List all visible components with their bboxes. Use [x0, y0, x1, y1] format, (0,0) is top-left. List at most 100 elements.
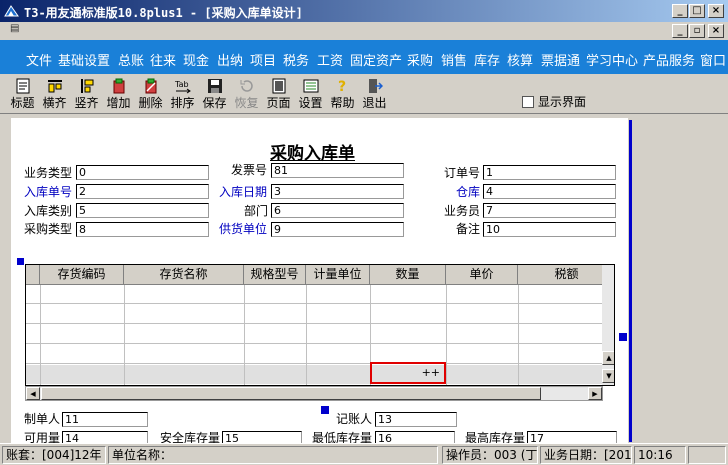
field-receipt-category[interactable]: 5 [76, 203, 209, 218]
title-button[interactable]: 标题 [10, 78, 35, 112]
field-available-qty[interactable]: 14 [62, 431, 148, 443]
menu-bills[interactable]: 票据通 [541, 50, 580, 69]
menu-sales[interactable]: 销售 [441, 50, 467, 69]
field-label-invoice-no[interactable]: 发票号 [231, 161, 267, 178]
menu-window[interactable]: 窗口 [700, 50, 726, 69]
menu-accounts[interactable]: 往来 [150, 50, 176, 69]
child-minimize-button[interactable]: _ [672, 24, 688, 38]
menu-tax[interactable]: 税务 [283, 50, 309, 69]
grid-col-item-name[interactable]: 存货名称 [124, 265, 244, 285]
menu-cash[interactable]: 现金 [183, 50, 209, 69]
menu-project[interactable]: 项目 [250, 50, 276, 69]
field-bookkeeper[interactable]: 13 [375, 412, 457, 427]
scroll-left-icon[interactable]: ◀ [26, 387, 40, 400]
table-row-selected[interactable] [26, 365, 602, 384]
scroll-right-icon[interactable]: ▶ [588, 387, 602, 400]
align-horizontal-button[interactable]: 横齐 [42, 78, 67, 112]
help-button[interactable]: ? 帮助 [330, 78, 355, 112]
field-label-safety-stock[interactable]: 安全库存量 [160, 430, 220, 443]
minimize-button[interactable]: _ [672, 4, 688, 18]
table-row[interactable] [26, 345, 602, 364]
maximize-button[interactable]: □ [689, 4, 705, 18]
field-max-stock[interactable]: 17 [527, 431, 617, 443]
menu-product-service[interactable]: 产品服务 [643, 50, 695, 69]
field-creator[interactable]: 11 [62, 412, 148, 427]
field-label-receipt-no[interactable]: 入库单号 [24, 183, 72, 200]
field-label-bookkeeper[interactable]: 记账人 [336, 410, 372, 427]
form-title[interactable]: 采购入库单 [270, 139, 355, 164]
field-salesperson[interactable]: 7 [483, 203, 616, 218]
grid-col-unit[interactable]: 计量单位 [306, 265, 370, 285]
field-department[interactable]: 6 [271, 203, 404, 218]
field-purchase-type[interactable]: 8 [76, 222, 209, 237]
field-label-warehouse[interactable]: 仓库 [456, 183, 480, 200]
grid-col-unit-price[interactable]: 单价 [446, 265, 518, 285]
field-label-min-stock[interactable]: 最低库存量 [312, 430, 372, 443]
grid-col-item-code[interactable]: 存货编码 [40, 265, 124, 285]
field-label-salesperson[interactable]: 业务员 [444, 202, 480, 219]
exit-button[interactable]: 退出 [362, 78, 387, 112]
field-label-business-type[interactable]: 业务类型 [24, 164, 72, 181]
menu-inventory[interactable]: 库存 [474, 50, 500, 69]
table-row[interactable] [26, 325, 602, 344]
field-label-receipt-date[interactable]: 入库日期 [219, 183, 267, 200]
page-button[interactable]: 页面 [266, 78, 291, 112]
grid-resize-handle[interactable] [17, 258, 24, 265]
field-min-stock[interactable]: 16 [375, 431, 455, 443]
field-remarks[interactable]: 10 [483, 222, 616, 237]
menu-fixed-assets[interactable]: 固定资产 [350, 50, 402, 69]
page-boundary-line[interactable] [629, 120, 632, 442]
scroll-thumb[interactable] [41, 387, 541, 400]
field-warehouse[interactable]: 4 [483, 184, 616, 199]
field-order-no[interactable]: 1 [483, 165, 616, 180]
menu-basic-settings[interactable]: 基础设置 [58, 50, 110, 69]
show-ui-checkbox[interactable]: 显示界面 [522, 93, 586, 110]
align-vertical-button[interactable]: 竖齐 [74, 78, 99, 112]
document-icon[interactable]: ▤ [10, 23, 19, 34]
field-receipt-date[interactable]: 3 [271, 184, 404, 199]
grid-col-spec[interactable]: 规格型号 [244, 265, 306, 285]
footer-resize-handle[interactable] [321, 406, 329, 414]
menu-costing[interactable]: 核算 [507, 50, 533, 69]
field-label-creator[interactable]: 制单人 [24, 410, 60, 427]
menu-general-ledger[interactable]: 总账 [118, 50, 144, 69]
grid-col-quantity[interactable]: 数量 [370, 265, 446, 285]
menu-purchase[interactable]: 采购 [407, 50, 433, 69]
settings-button[interactable]: 设置 [298, 78, 323, 112]
close-button[interactable]: × [708, 4, 724, 18]
field-supplier[interactable]: 9 [271, 222, 404, 237]
field-business-type[interactable]: 0 [76, 165, 209, 180]
grid-col-row-header[interactable] [26, 265, 40, 285]
menu-learning-center[interactable]: 学习中心 [586, 50, 638, 69]
field-label-department[interactable]: 部门 [244, 202, 268, 219]
field-label-available-qty[interactable]: 可用量 [24, 430, 60, 443]
field-label-remarks[interactable]: 备注 [456, 220, 480, 237]
menu-file[interactable]: 文件 [26, 50, 52, 69]
delete-button[interactable]: 删除 [138, 78, 163, 112]
add-button[interactable]: 增加 [106, 78, 131, 112]
grid-col-tax[interactable]: 税额 [518, 265, 614, 285]
table-row[interactable] [26, 285, 602, 304]
field-label-purchase-type[interactable]: 采购类型 [24, 220, 72, 237]
child-close-button[interactable]: × [708, 24, 724, 38]
field-receipt-no[interactable]: 2 [76, 184, 209, 199]
field-invoice-no[interactable]: 81 [271, 163, 404, 178]
restore-button[interactable]: 恢复 [234, 78, 259, 112]
table-row[interactable] [26, 305, 602, 324]
field-label-receipt-category[interactable]: 入库类别 [24, 202, 72, 219]
field-label-order-no[interactable]: 订单号 [444, 164, 480, 181]
resize-handle[interactable] [619, 333, 627, 341]
field-safety-stock[interactable]: 15 [222, 431, 302, 443]
items-grid[interactable]: 存货编码 存货名称 规格型号 计量单位 数量 单价 税额 ▲ ▼ [25, 264, 615, 386]
scroll-down-icon[interactable]: ▼ [602, 369, 614, 383]
scroll-up-icon[interactable]: ▲ [602, 351, 614, 365]
checkbox-box[interactable] [522, 96, 534, 108]
menu-cashier[interactable]: 出纳 [217, 50, 243, 69]
field-label-supplier[interactable]: 供货单位 [219, 220, 267, 237]
grid-vertical-scrollbar[interactable]: ▲ ▼ [602, 265, 614, 385]
child-restore-button[interactable]: ▫ [689, 24, 705, 38]
menu-payroll[interactable]: 工资 [317, 50, 343, 69]
grid-horizontal-scrollbar[interactable]: ◀ ▶ [25, 386, 603, 401]
sort-button[interactable]: Tab 排序 [170, 78, 195, 112]
field-label-max-stock[interactable]: 最高库存量 [465, 430, 525, 443]
